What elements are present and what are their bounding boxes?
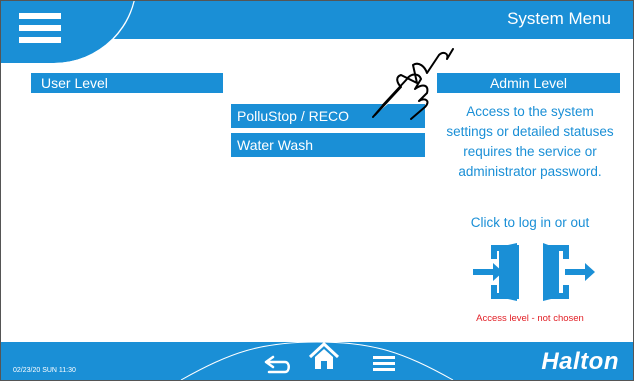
list-menu-icon[interactable] [371,353,397,373]
datetime-label: 02/23/20 SUN 11:30 [13,367,76,374]
login-door-icon[interactable] [473,243,519,301]
login-logout-icons [473,243,595,301]
pointing-hand-icon [372,48,454,120]
hamburger-menu-icon[interactable] [19,13,61,43]
login-hint: Click to log in or out [470,215,590,230]
page-title: System Menu [507,9,611,28]
water-wash-button[interactable]: Water Wash [231,133,425,157]
system-menu-screen: System Menu User Level Admin Level Pollu… [0,0,634,381]
home-icon[interactable] [307,341,341,371]
admin-level-header: Admin Level [437,73,620,93]
back-arrow-icon[interactable] [263,353,293,375]
logout-door-icon[interactable] [543,243,595,301]
user-level-header: User Level [31,73,223,93]
admin-description: Access to the system settings or detaile… [446,104,614,179]
halton-logo: Halton [541,348,619,375]
access-level-status: Access level - not chosen [476,313,584,324]
